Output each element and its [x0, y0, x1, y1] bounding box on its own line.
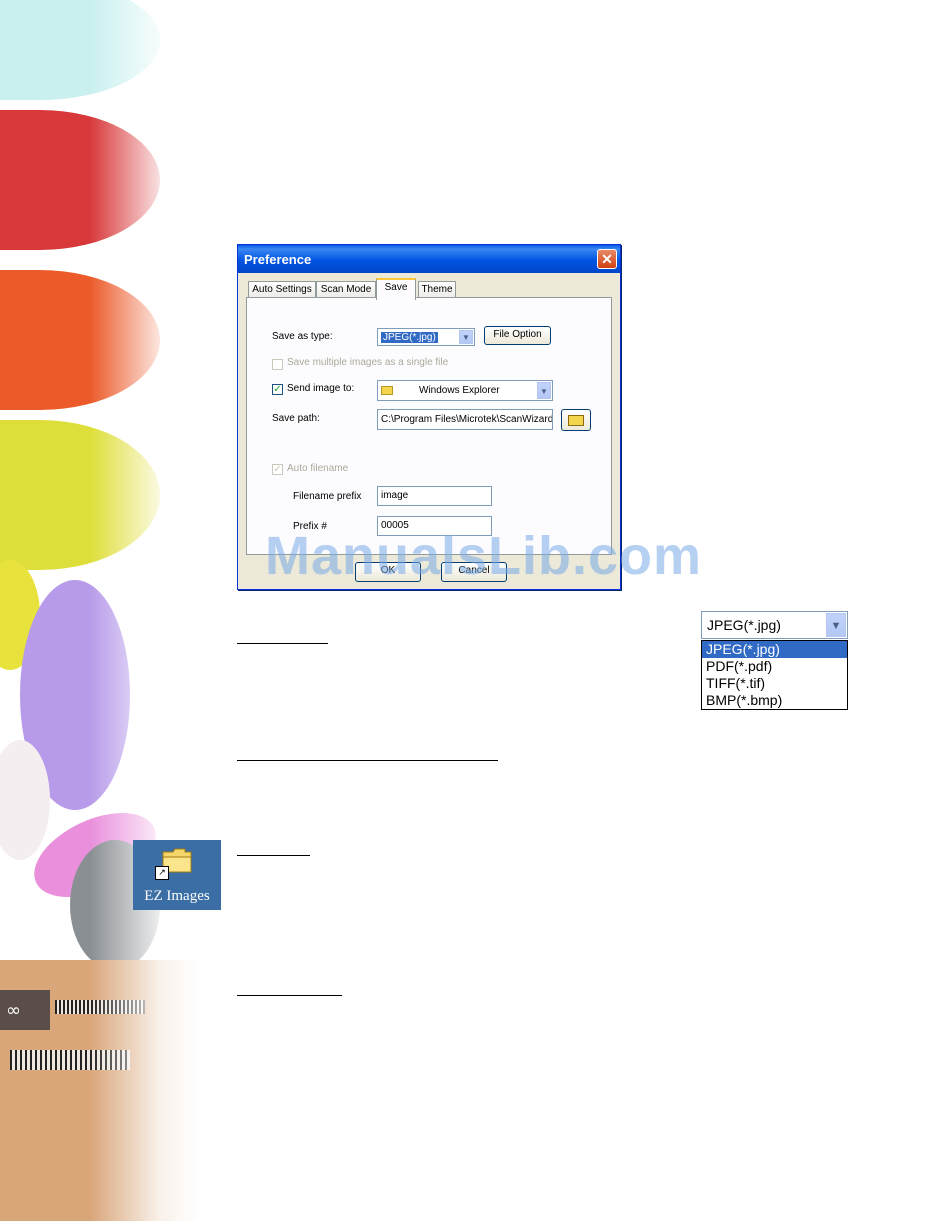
send-image-select[interactable]: Windows Explorer ▼ — [377, 380, 553, 401]
save-tab-panel: Save as type: JPEG(*.jpg) ▼ File Option … — [246, 297, 612, 555]
dialog-title: Preference — [244, 252, 312, 267]
option-jpeg[interactable]: JPEG(*.jpg) — [702, 641, 847, 658]
close-button[interactable]: ✕ — [597, 249, 617, 269]
file-option-button[interactable]: File Option — [484, 326, 551, 345]
desktop-icon-label: EZ Images — [144, 888, 210, 904]
title-bar[interactable]: Preference ✕ — [238, 245, 620, 273]
heading-underline — [237, 995, 342, 996]
tab-auto-settings[interactable]: Auto Settings — [248, 281, 316, 298]
watermark: ManualsLib.com — [265, 526, 703, 586]
heading-underline — [237, 855, 310, 856]
chevron-down-icon: ▼ — [459, 330, 473, 344]
save-as-type-value: JPEG(*.jpg) — [381, 332, 438, 343]
close-icon: ✕ — [601, 251, 613, 267]
folder-icon — [568, 415, 584, 426]
tab-scan-mode[interactable]: Scan Mode — [316, 281, 376, 298]
file-type-options: JPEG(*.jpg) PDF(*.pdf) TIFF(*.tif) BMP(*… — [701, 640, 848, 710]
folder-icon — [381, 385, 393, 395]
decorative-candy-image: ∞ — [0, 0, 200, 1221]
save-as-type-label: Save as type: — [272, 331, 333, 342]
filename-prefix-input[interactable]: image — [377, 486, 492, 506]
save-multiple-label: Save multiple images as a single file — [287, 357, 449, 368]
heading-underline — [237, 760, 498, 761]
send-image-checkbox[interactable]: ✓ — [272, 384, 283, 395]
file-type-combo[interactable]: JPEG(*.jpg) ▼ — [701, 611, 848, 639]
filename-prefix-label: Filename prefix — [293, 491, 362, 502]
save-path-label: Save path: — [272, 413, 320, 424]
chevron-down-icon: ▼ — [826, 613, 846, 637]
option-pdf[interactable]: PDF(*.pdf) — [702, 658, 847, 675]
save-path-input[interactable]: C:\Program Files\Microtek\ScanWizard — [377, 409, 553, 430]
send-image-label: Send image to: — [287, 383, 355, 394]
tab-theme[interactable]: Theme — [418, 281, 456, 298]
tab-save[interactable]: Save — [376, 278, 416, 300]
send-image-value: Windows Explorer — [419, 385, 500, 396]
file-type-selected: JPEG(*.jpg) — [707, 617, 781, 633]
chevron-down-icon: ▼ — [537, 382, 551, 399]
option-tiff[interactable]: TIFF(*.tif) — [702, 675, 847, 692]
option-bmp[interactable]: BMP(*.bmp) — [702, 692, 847, 709]
auto-filename-label: Auto filename — [287, 463, 349, 474]
heading-underline — [237, 643, 328, 644]
ez-images-desktop-icon[interactable]: ↗ EZ Images — [133, 840, 221, 910]
save-multiple-checkbox[interactable] — [272, 359, 283, 370]
browse-folder-button[interactable] — [561, 409, 591, 431]
save-as-type-select[interactable]: JPEG(*.jpg) ▼ — [377, 328, 475, 346]
auto-filename-checkbox[interactable]: ✓ — [272, 464, 283, 475]
shortcut-arrow-icon: ↗ — [155, 866, 169, 880]
file-type-dropdown[interactable]: JPEG(*.jpg) ▼ JPEG(*.jpg) PDF(*.pdf) TIF… — [701, 611, 848, 710]
